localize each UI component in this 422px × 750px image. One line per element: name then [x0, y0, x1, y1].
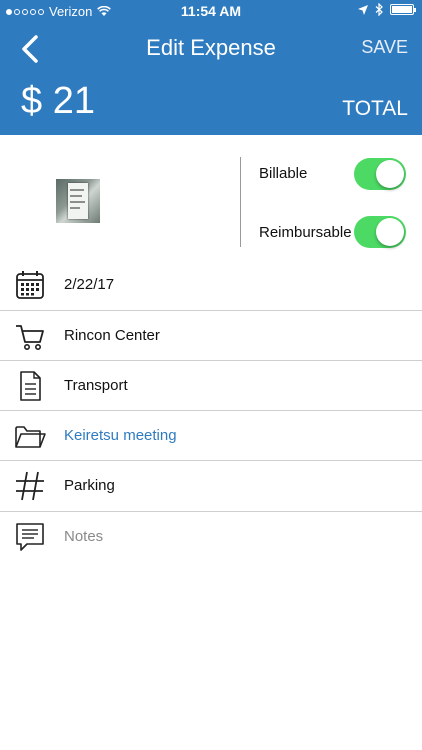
hashtag-icon: [16, 471, 44, 501]
document-icon: [20, 371, 41, 401]
notes-placeholder: Notes: [64, 528, 104, 545]
billable-label: Billable: [259, 165, 308, 182]
date-value: 2/22/17: [64, 276, 115, 293]
cart-icon: [16, 325, 44, 350]
project-row[interactable]: Keiretsu meeting: [0, 410, 422, 460]
expense-amount[interactable]: $ 21: [21, 80, 95, 123]
receipt-and-toggles: Billable Reimbursable: [0, 135, 422, 260]
total-label: TOTAL: [342, 97, 408, 120]
date-row[interactable]: 2/22/17: [0, 260, 422, 310]
status-right: [358, 3, 416, 16]
header-bar: Verizon 11:54 AM Edit Expense SAVE $ 21 …: [0, 0, 422, 135]
chat-icon: [16, 523, 44, 551]
bluetooth-icon: [375, 3, 383, 16]
receipt-thumbnail[interactable]: [56, 179, 100, 223]
billable-toggle[interactable]: [354, 158, 406, 190]
merchant-row[interactable]: Rincon Center: [0, 310, 422, 360]
category-row[interactable]: Transport: [0, 360, 422, 410]
category-value: Transport: [64, 377, 128, 394]
tag-row[interactable]: Parking: [0, 460, 422, 510]
notes-row[interactable]: Notes: [0, 511, 422, 561]
save-button[interactable]: SAVE: [361, 37, 408, 58]
tag-value: Parking: [64, 477, 115, 494]
calendar-icon: [16, 271, 44, 299]
page-title: Edit Expense: [146, 35, 276, 60]
project-value: Keiretsu meeting: [64, 427, 177, 444]
folder-icon: [15, 426, 46, 448]
location-arrow-icon: [358, 4, 368, 15]
battery-icon: [390, 4, 416, 15]
status-bar: Verizon 11:54 AM: [0, 0, 422, 24]
reimbursable-label: Reimbursable: [259, 224, 352, 241]
merchant-value: Rincon Center: [64, 327, 160, 344]
vertical-divider: [240, 157, 241, 247]
reimbursable-toggle[interactable]: [354, 216, 406, 248]
